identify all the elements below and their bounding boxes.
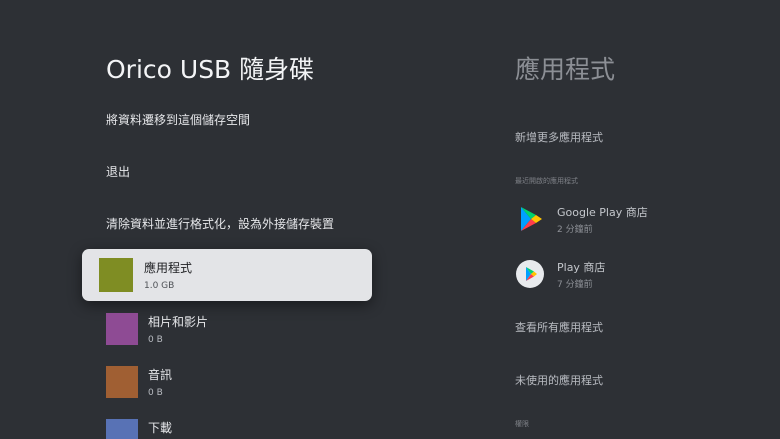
google-play-store-icon bbox=[521, 207, 542, 231]
storage-item-size: 1.0 GB bbox=[144, 281, 175, 291]
storage-item-size: 0 B bbox=[148, 388, 163, 398]
storage-item-label: 音訊 bbox=[148, 368, 173, 382]
downloads-color-swatch bbox=[106, 419, 138, 439]
migrate-data-button[interactable]: 將資料遷移到這個儲存空間 bbox=[106, 111, 250, 129]
page-title: Orico USB 隨身碟 bbox=[106, 55, 315, 84]
app-name: Google Play 商店 bbox=[557, 206, 648, 219]
format-storage-button[interactable]: 清除資料並進行格式化，設為外接儲存裝置 bbox=[106, 215, 334, 233]
apps-color-swatch bbox=[99, 258, 133, 292]
storage-item-apps[interactable]: 應用程式 1.0 GB bbox=[82, 249, 372, 301]
storage-item-photos[interactable]: 相片和影片 0 B bbox=[106, 313, 366, 353]
recent-app-google-play-store: Google Play 商店 2 分鐘前 bbox=[515, 203, 755, 239]
storage-settings-screen: Orico USB 隨身碟 將資料遷移到這個儲存空間 退出 清除資料並進行格式化… bbox=[0, 0, 780, 439]
storage-item-label: 相片和影片 bbox=[148, 315, 209, 329]
app-last-opened: 7 分鐘前 bbox=[557, 280, 593, 290]
photos-color-swatch bbox=[106, 313, 138, 345]
apps-preview-panel: 應用程式 新增更多應用程式 最近開啟的應用程式 Google Play 商店 2… bbox=[390, 0, 780, 439]
storage-device-panel: Orico USB 隨身碟 將資料遷移到這個儲存空間 退出 清除資料並進行格式化… bbox=[0, 0, 390, 439]
recent-app-play-store: Play 商店 7 分鐘前 bbox=[515, 258, 755, 294]
storage-item-downloads[interactable]: 下載 bbox=[106, 419, 366, 439]
storage-item-label: 下載 bbox=[148, 421, 173, 435]
app-name: Play 商店 bbox=[557, 261, 606, 274]
unused-apps-link: 未使用的應用程式 bbox=[515, 374, 603, 387]
permissions-header: 權限 bbox=[515, 420, 529, 428]
storage-item-label: 應用程式 bbox=[144, 261, 193, 275]
play-games-icon bbox=[516, 260, 544, 288]
add-more-apps-link: 新增更多應用程式 bbox=[515, 131, 603, 144]
app-last-opened: 2 分鐘前 bbox=[557, 225, 593, 235]
storage-item-audio[interactable]: 音訊 0 B bbox=[106, 366, 366, 406]
eject-button[interactable]: 退出 bbox=[106, 163, 130, 181]
preview-title: 應用程式 bbox=[515, 55, 616, 84]
recent-apps-header: 最近開啟的應用程式 bbox=[515, 177, 578, 185]
audio-color-swatch bbox=[106, 366, 138, 398]
see-all-apps-link: 查看所有應用程式 bbox=[515, 321, 603, 334]
storage-item-size: 0 B bbox=[148, 335, 163, 345]
